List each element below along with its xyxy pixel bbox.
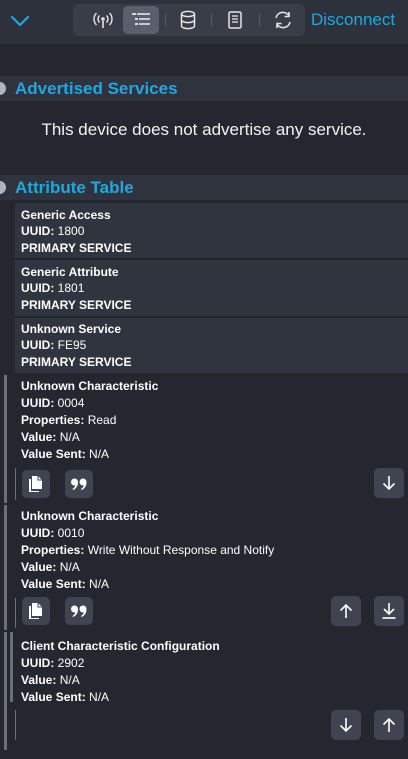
quote-icon xyxy=(71,478,87,490)
hierarchy-indent-line xyxy=(15,468,16,500)
service-name: Unknown Service xyxy=(21,322,122,336)
toolbar-separator xyxy=(211,13,212,27)
refresh-icon[interactable] xyxy=(265,6,301,34)
service-name: Generic Access xyxy=(21,208,111,222)
descriptor-value: Value: N/A xyxy=(21,673,80,687)
characteristic-uuid: UUID: 0004 xyxy=(21,396,85,410)
toolbar-separator xyxy=(165,13,166,27)
service-type: PRIMARY SERVICE xyxy=(21,241,132,255)
arrow-down-icon xyxy=(382,476,396,491)
characteristic-name: Unknown Characteristic xyxy=(21,379,159,393)
service-type: PRIMARY SERVICE xyxy=(21,298,132,312)
copy-button[interactable] xyxy=(22,597,50,625)
read-value-button[interactable] xyxy=(374,468,404,498)
no-advertised-services-text: This device does not advertise any servi… xyxy=(41,120,367,139)
service-uuid: UUID: 1800 xyxy=(21,224,85,238)
characteristic-value-sent: Value Sent: N/A xyxy=(21,577,110,591)
hierarchy-indent-bar xyxy=(4,632,7,750)
quote-button[interactable] xyxy=(65,597,93,625)
log-book-icon[interactable] xyxy=(217,6,253,34)
characteristic-uuid: UUID: 0010 xyxy=(21,526,85,540)
chevron-down-icon[interactable] xyxy=(6,8,34,34)
view-mode-segmented-control xyxy=(73,4,305,36)
arrow-up-icon xyxy=(339,603,353,618)
hierarchy-indent-line xyxy=(15,710,16,740)
database-icon[interactable] xyxy=(170,6,206,34)
service-name: Generic Attribute xyxy=(21,265,119,279)
read-value-button[interactable] xyxy=(331,710,361,740)
characteristic-value-sent: Value Sent: N/A xyxy=(21,447,110,461)
arrow-down-icon xyxy=(339,718,353,733)
hierarchy-indent-bar xyxy=(4,505,7,630)
characteristic-value: Value: N/A xyxy=(21,560,80,574)
descriptor-name: Client Characteristic Configuration xyxy=(21,639,220,653)
copy-icon xyxy=(29,476,42,492)
toolbar-separator xyxy=(259,13,260,27)
subscribe-notify-button[interactable] xyxy=(374,596,404,626)
advertisement-icon[interactable] xyxy=(85,6,121,34)
app-window: Disconnect Advertised Services This devi… xyxy=(0,0,408,759)
attribute-table-title: Attribute Table xyxy=(15,178,134,197)
write-value-button[interactable] xyxy=(374,710,404,740)
top-toolbar: Disconnect xyxy=(0,0,408,44)
service-uuid: UUID: FE95 xyxy=(21,338,87,352)
arrow-down-to-line-icon xyxy=(382,603,396,619)
hierarchy-indent-bar xyxy=(10,632,13,702)
characteristic-name: Unknown Characteristic xyxy=(21,509,159,523)
row-divider xyxy=(15,374,408,375)
copy-button[interactable] xyxy=(22,470,50,498)
arrow-up-icon xyxy=(382,717,396,732)
quote-icon xyxy=(71,605,87,617)
hierarchy-indent-bar xyxy=(4,375,7,503)
advertised-services-title: Advertised Services xyxy=(15,79,178,98)
service-type: PRIMARY SERVICE xyxy=(21,355,132,369)
disconnect-button[interactable]: Disconnect xyxy=(311,10,395,30)
copy-icon xyxy=(29,603,42,619)
descriptor-value-sent: Value Sent: N/A xyxy=(21,690,110,704)
characteristic-properties: Properties: Read xyxy=(21,413,117,427)
descriptor-uuid: UUID: 2902 xyxy=(21,656,85,670)
characteristic-properties: Properties: Write Without Response and N… xyxy=(21,543,275,557)
quote-button[interactable] xyxy=(65,470,93,498)
attribute-list-icon[interactable] xyxy=(123,6,159,34)
characteristic-value: Value: N/A xyxy=(21,430,80,444)
write-value-button[interactable] xyxy=(331,596,361,626)
service-uuid: UUID: 1801 xyxy=(21,281,85,295)
hierarchy-indent-line xyxy=(15,598,16,628)
